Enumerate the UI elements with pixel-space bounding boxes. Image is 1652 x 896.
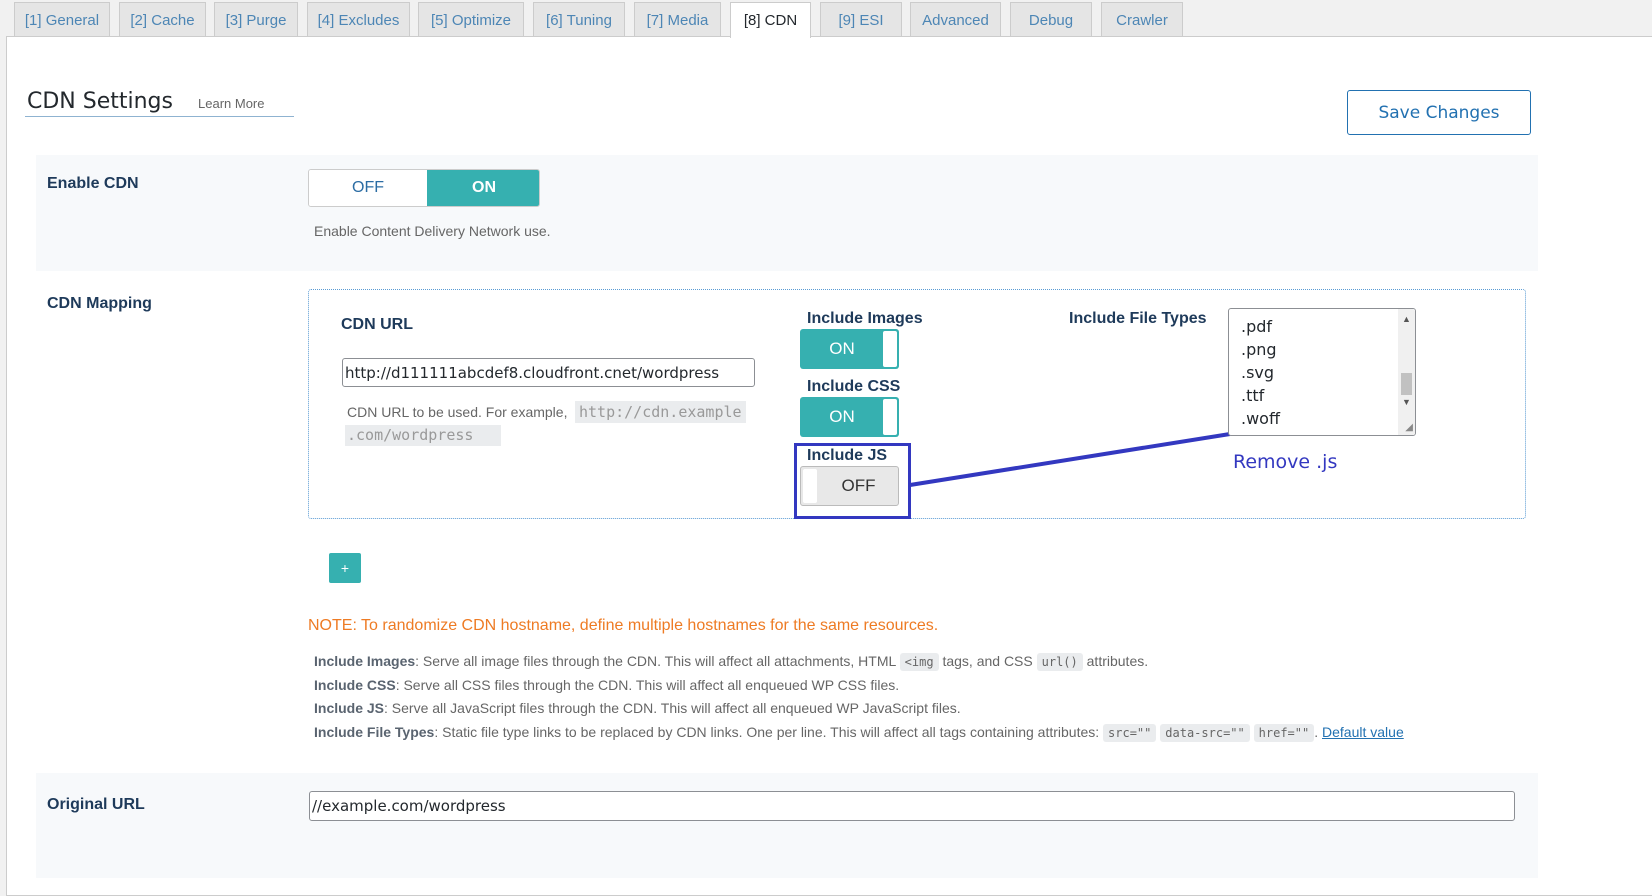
include-js-state: OFF — [841, 476, 876, 495]
file-type-item: .ttf — [1241, 386, 1265, 405]
tab-general[interactable]: [1] General — [14, 2, 110, 36]
cdn-url-label: CDN URL — [341, 316, 413, 333]
original-url-label: Original URL — [47, 796, 145, 813]
help-href-code: href="" — [1253, 724, 1315, 742]
tab-media[interactable]: [7] Media — [634, 2, 721, 36]
learn-more-link[interactable]: Learn More — [198, 96, 264, 111]
tab-esi[interactable]: [9] ESI — [820, 2, 902, 36]
help-img-code: <img — [899, 653, 939, 671]
help-ft-text: : Static file type links to be replaced … — [434, 724, 1100, 740]
include-images-toggle[interactable]: ON — [800, 329, 899, 369]
file-type-item: .woff — [1241, 409, 1280, 428]
original-url-row — [36, 773, 1538, 878]
file-type-item: .pdf — [1241, 317, 1273, 336]
save-button[interactable]: Save Changes — [1347, 90, 1531, 135]
cdn-url-help: CDN URL to be used. For example, — [347, 404, 568, 420]
tab-debug[interactable]: Debug — [1010, 2, 1092, 36]
cdn-url-example-line1: http://cdn.example — [575, 401, 746, 423]
file-types-list: .pdf .png .svg .ttf .woff — [1241, 315, 1280, 430]
help-url-code: url() — [1036, 653, 1083, 671]
toggle-knob — [883, 331, 897, 367]
tab-cache[interactable]: [2] Cache — [119, 2, 206, 36]
help-js-text: : Serve all JavaScript files through the… — [384, 700, 961, 716]
file-types-textarea[interactable]: .pdf .png .svg .ttf .woff ▲ ▼ ◢ — [1228, 308, 1416, 436]
help-include-css: Include CSS: Serve all CSS files through… — [314, 673, 899, 697]
page-title: CDN Settings — [27, 89, 173, 114]
help-images-label: Include Images — [314, 653, 416, 669]
include-file-types-label: Include File Types — [1069, 310, 1207, 327]
help-include-images: Include Images: Serve all image files th… — [314, 649, 1148, 674]
help-src-code: src="" — [1103, 724, 1157, 742]
resize-handle-icon[interactable]: ◢ — [1405, 422, 1413, 433]
enable-cdn-row — [36, 155, 1538, 271]
title-underline — [25, 116, 294, 117]
include-images-label: Include Images — [807, 310, 923, 327]
help-include-js: Include JS: Serve all JavaScript files t… — [314, 696, 961, 720]
default-value-link[interactable]: Default value — [1322, 724, 1404, 740]
include-images-state: ON — [829, 339, 855, 358]
tab-excludes[interactable]: [4] Excludes — [307, 2, 410, 36]
tab-purge[interactable]: [3] Purge — [214, 2, 298, 36]
tab-advanced[interactable]: Advanced — [910, 2, 1001, 36]
help-images-text1: : Serve all image files through the CDN.… — [415, 653, 896, 669]
original-url-input[interactable] — [309, 791, 1515, 821]
cdn-mapping-label: CDN Mapping — [47, 295, 152, 312]
randomize-note: NOTE: To randomize CDN hostname, define … — [308, 617, 939, 634]
toggle-knob — [803, 469, 817, 503]
help-include-file-types: Include File Types: Static file type lin… — [314, 724, 1404, 742]
enable-cdn-off-option[interactable]: OFF — [309, 170, 427, 206]
cdn-url-input[interactable] — [342, 358, 755, 387]
include-css-label: Include CSS — [807, 378, 901, 395]
annotation-remove-js: Remove .js — [1233, 451, 1338, 473]
include-css-state: ON — [829, 407, 855, 426]
tab-bar: [1] General [2] Cache [3] Purge [4] Excl… — [0, 0, 1652, 38]
file-type-item: .svg — [1241, 363, 1275, 382]
cdn-url-example-line2: .com/wordpress — [345, 425, 502, 446]
help-data-src-code: data-src="" — [1160, 724, 1250, 742]
enable-cdn-label: Enable CDN — [47, 175, 139, 192]
help-ft-label: Include File Types — [314, 724, 435, 740]
scrollbar[interactable]: ▲ ▼ — [1398, 309, 1415, 435]
scroll-up-icon[interactable]: ▲ — [1402, 314, 1411, 324]
include-js-label: Include JS — [807, 447, 888, 464]
tab-crawler[interactable]: Crawler — [1101, 2, 1183, 36]
help-images-text2: tags, and CSS — [942, 653, 1033, 669]
scrollbar-thumb[interactable] — [1401, 373, 1412, 395]
help-js-label: Include JS — [314, 700, 385, 716]
tab-cdn[interactable]: [8] CDN — [730, 2, 811, 38]
toggle-knob — [883, 399, 897, 435]
help-css-label: Include CSS — [314, 677, 396, 693]
help-images-text3: attributes. — [1086, 653, 1149, 669]
annotation-arrow-line — [909, 432, 1231, 487]
add-mapping-button[interactable]: + — [329, 553, 361, 583]
help-css-text: : Serve all CSS files through the CDN. T… — [395, 677, 900, 693]
tab-optimize[interactable]: [5] Optimize — [418, 2, 524, 36]
enable-cdn-on-option[interactable]: ON — [427, 170, 539, 206]
include-css-toggle[interactable]: ON — [800, 397, 899, 437]
enable-cdn-toggle[interactable]: OFF ON — [308, 169, 540, 207]
scroll-down-icon[interactable]: ▼ — [1402, 397, 1411, 407]
tab-tuning[interactable]: [6] Tuning — [533, 2, 625, 36]
enable-cdn-description: Enable Content Delivery Network use. — [314, 223, 551, 239]
file-type-item: .png — [1241, 340, 1277, 359]
include-js-toggle[interactable]: OFF — [800, 466, 899, 506]
